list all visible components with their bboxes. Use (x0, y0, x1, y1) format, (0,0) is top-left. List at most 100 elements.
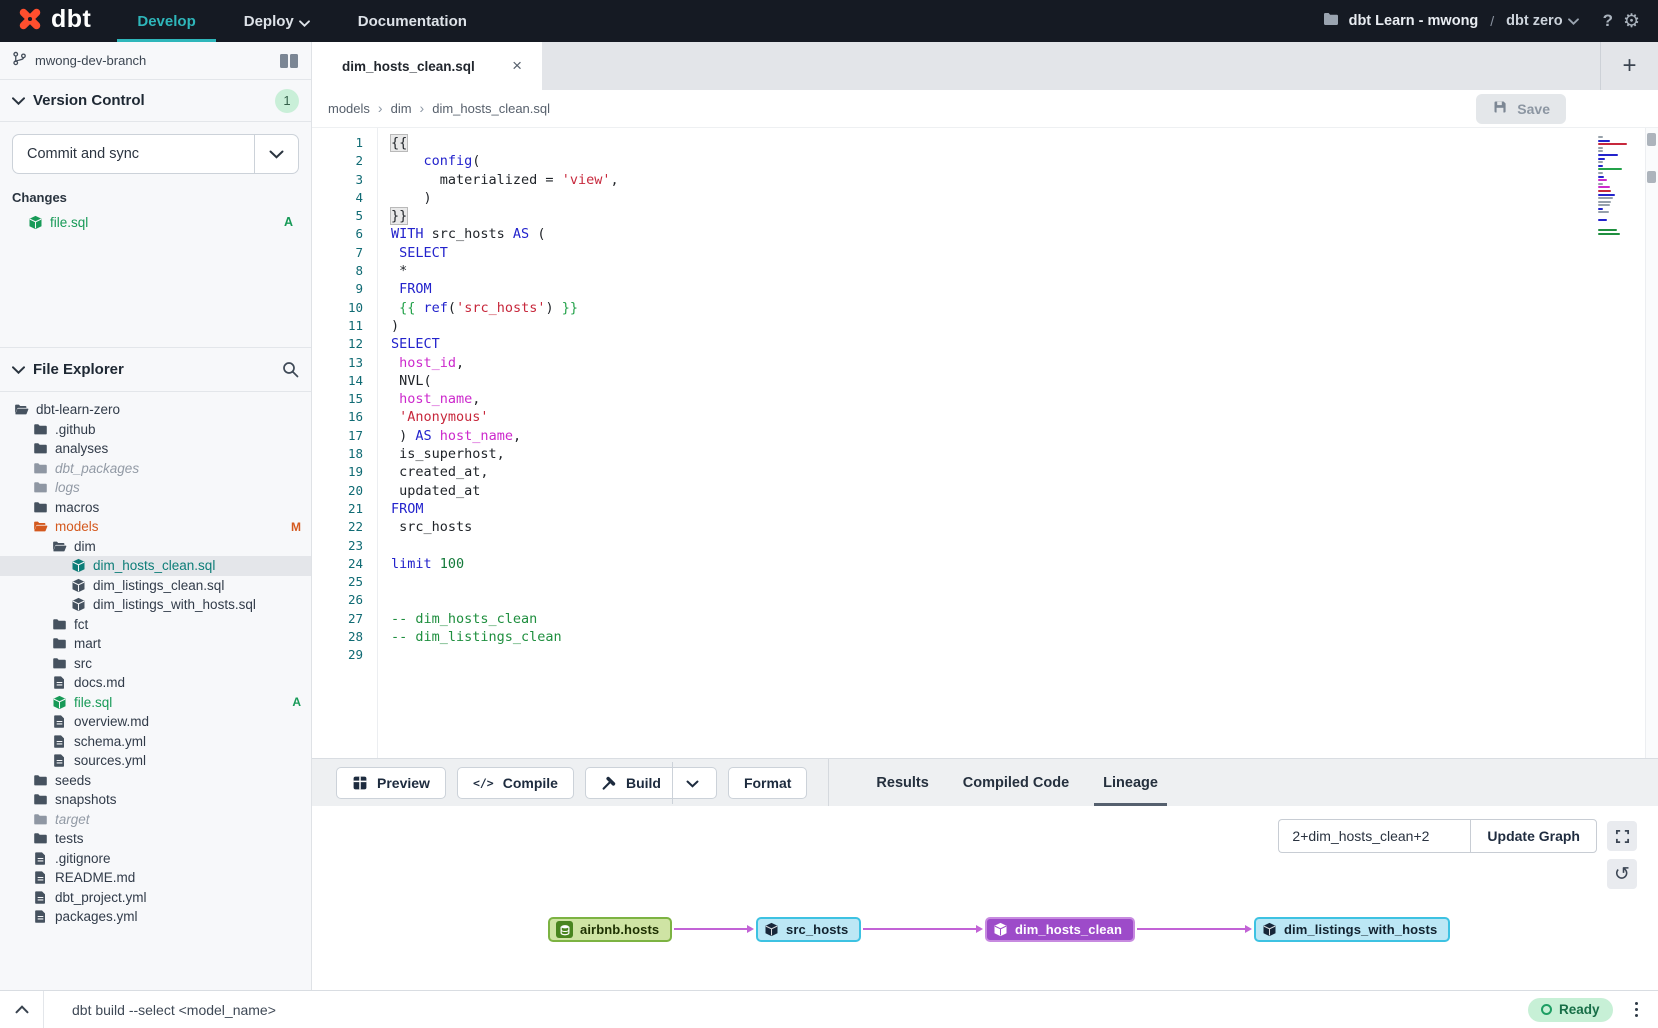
code-line[interactable]: host_name, (391, 390, 619, 408)
new-tab-button[interactable]: + (1600, 42, 1658, 90)
code-line[interactable]: FROM (391, 500, 619, 518)
tree-item-file.sql[interactable]: file.sqlA (0, 693, 311, 713)
code-line[interactable]: NVL( (391, 372, 619, 390)
code-line[interactable]: }} (391, 207, 619, 225)
code-line[interactable]: -- dim_listings_clean (391, 628, 619, 646)
tree-item-dim[interactable]: dim (0, 537, 311, 557)
tree-item-models[interactable]: modelsM (0, 517, 311, 537)
code-line[interactable]: limit 100 (391, 555, 619, 573)
code-line[interactable] (391, 537, 619, 555)
code-line[interactable]: ) (391, 189, 619, 207)
settings-gear-icon[interactable]: ⚙ (1623, 12, 1640, 31)
code-line[interactable] (391, 573, 619, 591)
code-line[interactable]: SELECT (391, 335, 619, 353)
tree-item-dbt_packages[interactable]: dbt_packages (0, 459, 311, 479)
tree-item-target[interactable]: target (0, 810, 311, 830)
preview-button[interactable]: Preview (336, 767, 446, 799)
tree-item-README.md[interactable]: README.md (0, 868, 311, 888)
code-line[interactable]: -- dim_hosts_clean (391, 610, 619, 628)
tree-item-analyses[interactable]: analyses (0, 439, 311, 459)
code-line[interactable] (391, 646, 619, 664)
changed-file-file.sql[interactable]: file.sqlA (12, 211, 299, 233)
code-line[interactable]: {{ (391, 134, 619, 152)
tree-item-docs.md[interactable]: docs.md (0, 673, 311, 693)
nav-deploy[interactable]: Deploy (224, 0, 330, 42)
split-panels-icon[interactable] (279, 53, 299, 69)
nav-develop[interactable]: Develop (117, 0, 215, 42)
tree-item-fct[interactable]: fct (0, 615, 311, 635)
tree-item-mart[interactable]: mart (0, 634, 311, 654)
tab-results[interactable]: Results (859, 759, 945, 806)
tree-item-.gitignore[interactable]: .gitignore (0, 849, 311, 869)
close-icon[interactable]: × (508, 56, 526, 76)
file-explorer-header[interactable]: File Explorer (0, 348, 311, 392)
code-line[interactable]: config( (391, 152, 619, 170)
search-icon[interactable] (282, 361, 299, 378)
tree-item-src[interactable]: src (0, 654, 311, 674)
scrollbar-thumb[interactable] (1647, 133, 1656, 146)
breadcrumb-item[interactable]: models (328, 101, 370, 116)
code-content[interactable]: {{ config( materialized = 'view', )}}WIT… (378, 128, 619, 758)
tree-item-overview.md[interactable]: overview.md (0, 712, 311, 732)
code-line[interactable]: updated_at (391, 482, 619, 500)
code-line[interactable]: FROM (391, 280, 619, 298)
code-line[interactable]: materialized = 'view', (391, 171, 619, 189)
chevron-up-icon[interactable] (0, 991, 44, 1028)
tree-item-dim_listings_clean.sql[interactable]: dim_listings_clean.sql (0, 576, 311, 596)
code-line[interactable]: host_id, (391, 354, 619, 372)
fullscreen-button[interactable] (1607, 821, 1637, 851)
commit-and-sync-button[interactable]: Commit and sync (12, 134, 299, 174)
code-line[interactable]: ) (391, 317, 619, 335)
code-line[interactable]: WITH src_hosts AS ( (391, 225, 619, 243)
tree-item-tests[interactable]: tests (0, 829, 311, 849)
command-input[interactable]: dbt build --select <model_name> (72, 1002, 276, 1018)
code-line[interactable]: SELECT (391, 244, 619, 262)
lineage-node-dim_listings_with_hosts[interactable]: dim_listings_with_hosts (1254, 917, 1450, 942)
environment-selector[interactable]: dbt zero (1506, 13, 1578, 29)
breadcrumb-item[interactable]: dim_hosts_clean.sql (432, 101, 550, 116)
build-button[interactable]: Build (585, 767, 717, 799)
update-graph-button[interactable]: Update Graph (1470, 819, 1597, 853)
code-line[interactable]: created_at, (391, 463, 619, 481)
tab-lineage[interactable]: Lineage (1086, 759, 1175, 806)
tree-item-.github[interactable]: .github (0, 420, 311, 440)
compile-button[interactable]: </>Compile (457, 767, 574, 799)
branch-name[interactable]: mwong-dev-branch (35, 53, 146, 68)
tree-item-dbt_project.yml[interactable]: dbt_project.yml (0, 888, 311, 908)
reset-view-icon[interactable]: ↺ (1607, 859, 1637, 889)
code-line[interactable]: is_superhost, (391, 445, 619, 463)
tree-item-seeds[interactable]: seeds (0, 771, 311, 791)
commit-options-caret[interactable] (254, 135, 298, 173)
lineage-node-src_hosts[interactable]: src_hosts (756, 917, 861, 942)
tree-item-macros[interactable]: macros (0, 498, 311, 518)
tree-item-sources.yml[interactable]: sources.yml (0, 751, 311, 771)
code-line[interactable]: ) AS host_name, (391, 427, 619, 445)
tree-item-dbt-learn-zero[interactable]: dbt-learn-zero (0, 400, 311, 420)
tree-item-dim_hosts_clean.sql[interactable]: dim_hosts_clean.sql (0, 556, 311, 576)
nav-documentation[interactable]: Documentation (338, 0, 487, 42)
code-line[interactable]: {{ ref('src_hosts') }} (391, 299, 619, 317)
tab-compiled-code[interactable]: Compiled Code (946, 759, 1086, 806)
lineage-selector-input[interactable] (1278, 819, 1470, 853)
tree-item-schema.yml[interactable]: schema.yml (0, 732, 311, 752)
kebab-menu-icon[interactable] (1631, 998, 1643, 1022)
code-line[interactable]: src_hosts (391, 518, 619, 536)
version-control-header[interactable]: Version Control 1 (0, 80, 311, 122)
code-line[interactable]: 'Anonymous' (391, 408, 619, 426)
breadcrumb-item[interactable]: dim (391, 101, 412, 116)
format-button[interactable]: Format (728, 767, 807, 799)
dbt-logo[interactable]: dbt (0, 0, 117, 42)
code-line[interactable]: * (391, 262, 619, 280)
help-icon[interactable]: ? (1603, 11, 1613, 31)
project-name[interactable]: dbt Learn - mwong (1349, 13, 1479, 29)
tree-item-snapshots[interactable]: snapshots (0, 790, 311, 810)
tree-item-packages.yml[interactable]: packages.yml (0, 907, 311, 927)
save-button[interactable]: Save (1476, 94, 1566, 124)
lineage-node-dim_hosts_clean[interactable]: dim_hosts_clean (985, 917, 1135, 942)
tree-item-dim_listings_with_hosts.sql[interactable]: dim_listings_with_hosts.sql (0, 595, 311, 615)
scrollbar-thumb[interactable] (1647, 171, 1656, 183)
code-editor[interactable]: 1234567891011121314151617181920212223242… (312, 128, 1658, 758)
code-line[interactable] (391, 591, 619, 609)
build-options-caret[interactable] (684, 778, 701, 788)
tab-dim-hosts-clean[interactable]: dim_hosts_clean.sql × (312, 42, 542, 90)
